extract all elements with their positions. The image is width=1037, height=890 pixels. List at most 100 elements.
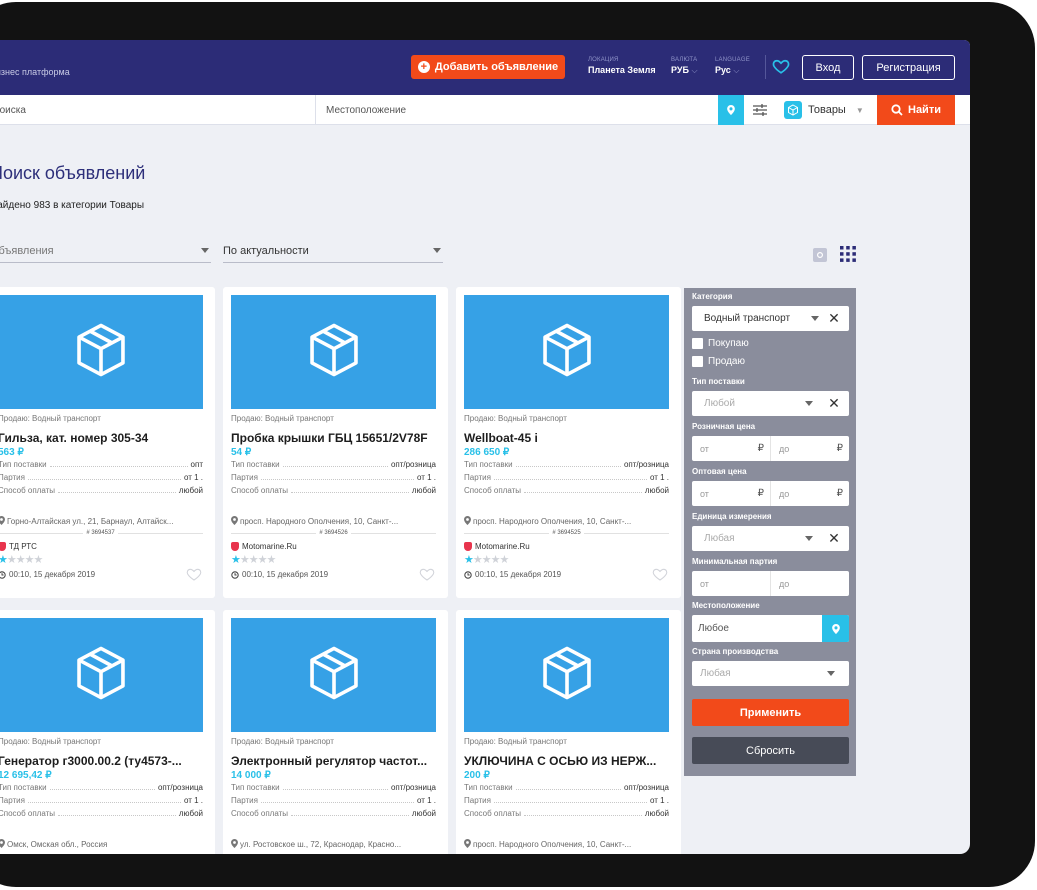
spec-label: Способ оплаты bbox=[464, 809, 522, 818]
listing-image[interactable] bbox=[0, 618, 203, 732]
seller[interactable]: Motomarine.Ru bbox=[231, 542, 297, 551]
sell-checkbox[interactable]: Продаю bbox=[692, 356, 745, 367]
sort-dropdown[interactable]: По актуальности bbox=[223, 239, 443, 263]
listing-date: 00:10, 15 декабря 2019 bbox=[231, 570, 328, 579]
checkbox-box[interactable] bbox=[692, 356, 703, 367]
spec-leader bbox=[524, 492, 642, 493]
clear-x-icon[interactable]: ✕ bbox=[827, 395, 841, 412]
star-icon: ★ bbox=[248, 554, 259, 566]
category-select-value: Товары bbox=[808, 104, 846, 116]
reset-filters-button[interactable]: Сбросить bbox=[692, 737, 849, 764]
listing-title[interactable]: Генератор г3000.00.2 (ту4573-... bbox=[0, 754, 208, 768]
wholesale-price-from[interactable]: от ₽ bbox=[692, 481, 771, 506]
spec-row-batch: Партия от 1 . bbox=[464, 796, 669, 805]
listing-title[interactable]: Гильза, кат. номер 305-34 bbox=[0, 431, 208, 445]
retail-price-to[interactable]: до ₽ bbox=[771, 436, 849, 461]
listing-id: # 3694537 bbox=[0, 530, 203, 536]
verified-shield-icon bbox=[231, 542, 239, 551]
min-batch-to[interactable]: до bbox=[771, 571, 849, 596]
clear-x-icon[interactable]: ✕ bbox=[827, 310, 841, 327]
filters-toggle-button[interactable] bbox=[746, 95, 774, 125]
find-button[interactable]: Найти bbox=[877, 95, 955, 125]
location-pin-button[interactable] bbox=[822, 615, 849, 642]
min-batch-label: Минимальная партия bbox=[692, 557, 778, 566]
listing-card[interactable]: Продаю: Водный транспорт Wellboat-45 i 286… bbox=[456, 287, 681, 598]
listing-image[interactable] bbox=[231, 295, 436, 409]
country-filter-select[interactable]: Любая bbox=[692, 661, 849, 686]
listing-card[interactable]: Продаю: Водный транспорт Генератор г3000.… bbox=[0, 610, 215, 854]
favorite-heart-icon[interactable] bbox=[419, 566, 435, 582]
currency-selector[interactable]: ВАЛЮТА РУБ ⌵ bbox=[671, 57, 698, 76]
listing-address-text: просп. Народного Ополчения, 10, Санкт-..… bbox=[473, 840, 632, 849]
caret-down-icon bbox=[811, 316, 819, 321]
map-pin-icon bbox=[464, 839, 471, 848]
listing-address: Горно-Алтайская ул., 21, Барнаул, Алтайс… bbox=[0, 516, 206, 526]
listing-card[interactable]: Продаю: Водный транспорт Гильза, кат. ном… bbox=[0, 287, 215, 598]
checkbox-box[interactable] bbox=[692, 338, 703, 349]
category-select[interactable]: Товары ▼ bbox=[778, 95, 874, 125]
listing-image[interactable] bbox=[464, 618, 669, 732]
login-button[interactable]: Вход bbox=[802, 55, 854, 80]
spec-row-batch: Партия от 1 . bbox=[0, 796, 203, 805]
listing-price: 563 ₽ bbox=[0, 447, 24, 458]
search-icon bbox=[891, 104, 903, 116]
map-pin-icon bbox=[231, 839, 238, 848]
currency-value: РУБ bbox=[671, 65, 689, 75]
wholesale-price-to[interactable]: до ₽ bbox=[771, 481, 849, 506]
listing-title[interactable]: Пробка крышки ГБЦ 15651/2V78F bbox=[231, 431, 441, 445]
list-view-button[interactable] bbox=[813, 248, 827, 262]
delivery-filter-select[interactable]: Любой ✕ bbox=[692, 391, 849, 416]
listing-type-dropdown[interactable]: Объявления bbox=[0, 239, 211, 263]
listing-image[interactable] bbox=[464, 295, 669, 409]
listing-date-text: 00:10, 15 декабря 2019 bbox=[9, 570, 96, 579]
listing-image[interactable] bbox=[231, 618, 436, 732]
listing-title[interactable]: Wellboat-45 i bbox=[464, 431, 674, 445]
add-listing-button[interactable]: + Добавить объявление bbox=[411, 55, 565, 79]
unit-filter-select[interactable]: Любая ✕ bbox=[692, 526, 849, 551]
ruble-sign: ₽ bbox=[757, 443, 764, 454]
spec-row-delivery: Тип поставки опт/розница bbox=[231, 460, 436, 469]
spec-label: Тип поставки bbox=[231, 460, 280, 469]
listing-card[interactable]: Продаю: Водный транспорт Пробка крышки ГБ… bbox=[223, 287, 448, 598]
buy-checkbox[interactable]: Покупаю bbox=[692, 338, 749, 349]
caret-down-icon: ▼ bbox=[855, 105, 864, 115]
listing-category: Продаю: Водный транспорт bbox=[231, 414, 334, 423]
listing-address: просп. Народного Ополчения, 10, Санкт-..… bbox=[464, 839, 672, 849]
spec-value: от 1 . bbox=[649, 473, 669, 482]
listing-card[interactable]: Продаю: Водный транспорт УКЛЮЧИНА С ОСЬЮ … bbox=[456, 610, 681, 854]
spec-leader bbox=[493, 802, 647, 803]
spec-value: от 1 . bbox=[649, 796, 669, 805]
clear-x-icon[interactable]: ✕ bbox=[827, 530, 841, 547]
grid-view-icon[interactable] bbox=[840, 246, 856, 262]
spec-value: опт/розница bbox=[623, 783, 669, 792]
listing-card[interactable]: Продаю: Водный транспорт Электронный регу… bbox=[223, 610, 448, 854]
language-selector[interactable]: LANGUAGE Рус ⌵ bbox=[715, 57, 750, 76]
spec-value: опт/розница bbox=[390, 783, 436, 792]
favorites-heart-icon[interactable] bbox=[772, 57, 790, 75]
spec-row-batch: Партия от 1 . bbox=[464, 473, 669, 482]
listing-title[interactable]: Электронный регулятор частот... bbox=[231, 754, 441, 768]
seller[interactable]: Motomarine.Ru bbox=[464, 542, 530, 551]
retail-price-from[interactable]: от ₽ bbox=[692, 436, 771, 461]
listing-title[interactable]: УКЛЮЧИНА С ОСЬЮ ИЗ НЕРЖ... bbox=[464, 754, 674, 768]
category-filter-select[interactable]: Водный транспорт ✕ bbox=[692, 306, 849, 331]
search-input[interactable] bbox=[0, 95, 316, 125]
listing-date: 00:10, 15 декабря 2019 bbox=[0, 570, 95, 579]
listing-type-value: Объявления bbox=[0, 244, 54, 257]
register-button[interactable]: Регистрация bbox=[862, 55, 955, 80]
star-icon: ★ bbox=[472, 554, 483, 566]
spec-label: Партия bbox=[464, 473, 491, 482]
apply-filters-button[interactable]: Применить bbox=[692, 699, 849, 726]
spec-label: Тип поставки bbox=[231, 783, 280, 792]
location-filter-select[interactable]: Любое bbox=[692, 615, 849, 642]
min-batch-from[interactable]: от bbox=[692, 571, 771, 596]
location-selector[interactable]: ЛОКАЦИЯ Планета Земля bbox=[588, 57, 656, 75]
from-placeholder: от bbox=[700, 443, 709, 454]
location-pin-button[interactable] bbox=[718, 95, 744, 125]
favorite-heart-icon[interactable] bbox=[186, 566, 202, 582]
location-input[interactable] bbox=[320, 95, 718, 125]
favorite-heart-icon[interactable] bbox=[652, 566, 668, 582]
listing-image[interactable] bbox=[0, 295, 203, 409]
box-placeholder-icon bbox=[536, 642, 598, 709]
seller[interactable]: ТД РТС bbox=[0, 542, 37, 551]
